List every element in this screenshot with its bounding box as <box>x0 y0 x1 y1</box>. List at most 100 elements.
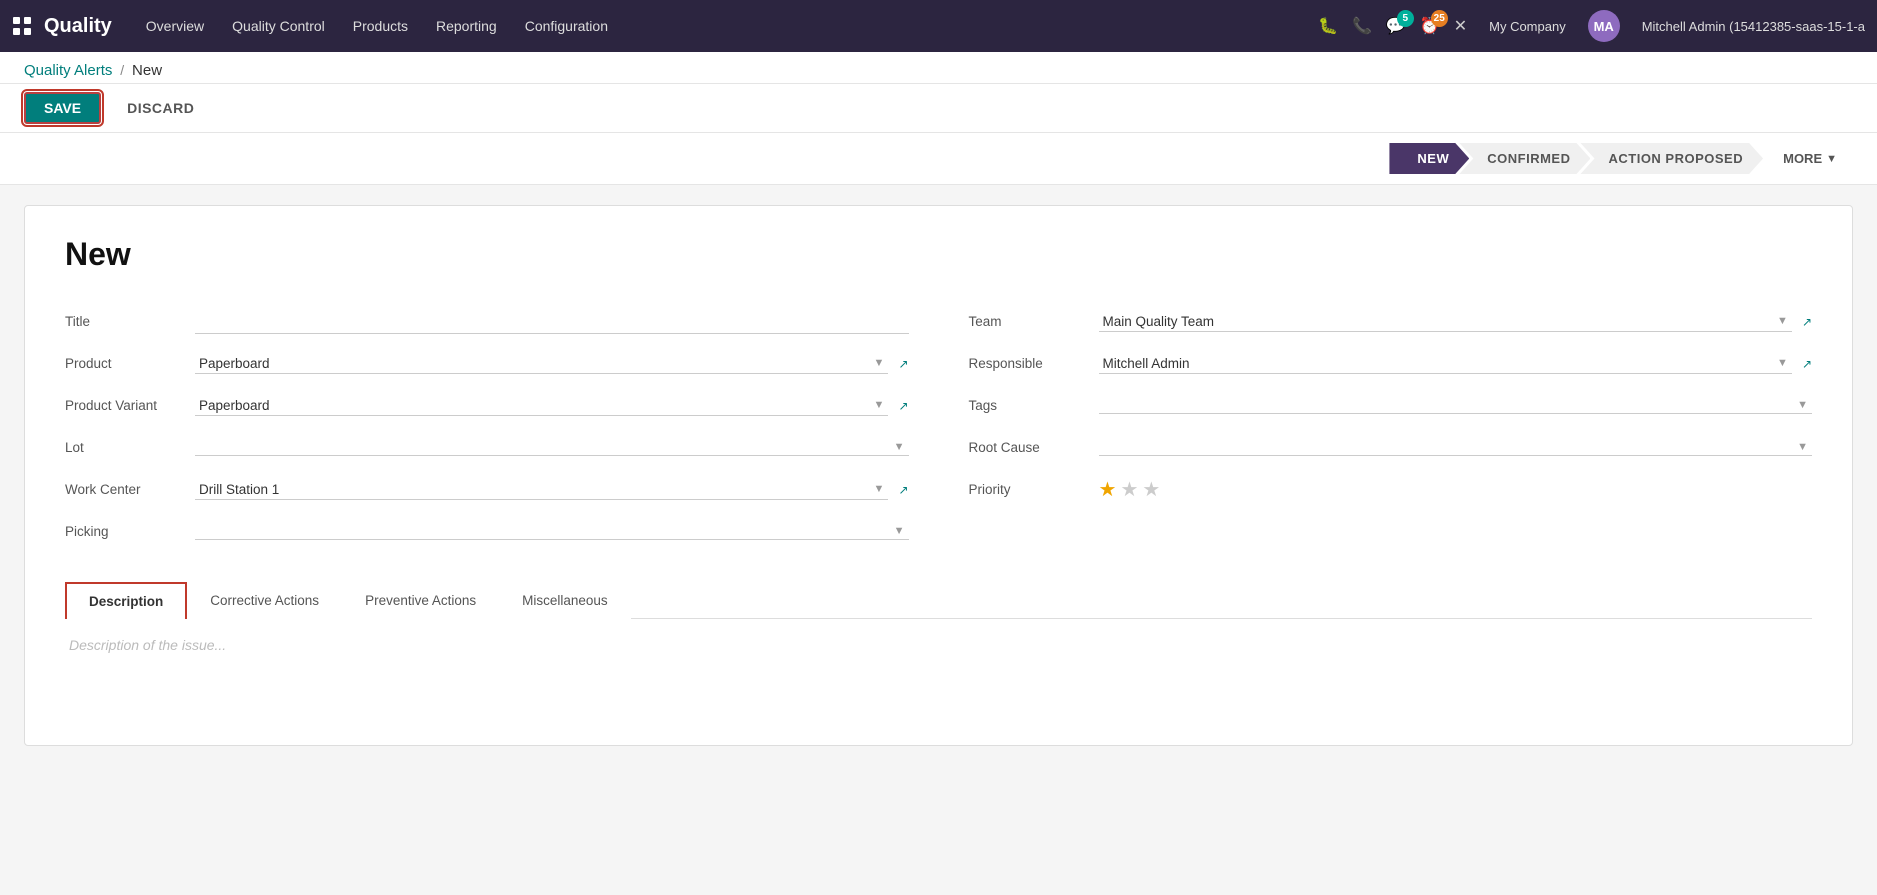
chat-icon[interactable]: 💬 5 <box>1386 16 1406 36</box>
picking-chevron-icon: ▼ <box>894 525 905 537</box>
app-title: Quality <box>44 15 112 38</box>
tab-corrective-actions[interactable]: Corrective Actions <box>187 582 342 619</box>
description-area: Description of the issue... <box>65 619 1812 715</box>
form-right-section: Team Main Quality Team ▼ ↗ Responsible <box>969 301 1813 553</box>
title-input[interactable] <box>195 310 909 334</box>
lot-select[interactable]: ▼ <box>195 439 909 456</box>
lot-label: Lot <box>65 440 195 455</box>
tags-select[interactable]: ▼ <box>1099 397 1813 414</box>
work-center-select[interactable]: Drill Station 1 ▼ <box>195 480 888 500</box>
grid-menu-icon[interactable] <box>12 16 32 36</box>
nav-configuration[interactable]: Configuration <box>511 18 622 34</box>
tags-value-wrap: ▼ <box>1099 397 1813 414</box>
chat-badge: 5 <box>1397 10 1414 27</box>
tags-label: Tags <box>969 398 1099 413</box>
product-variant-row: Product Variant Paperboard ▼ ↗ <box>65 385 909 427</box>
work-center-value-wrap: Drill Station 1 ▼ ↗ <box>195 480 909 500</box>
tab-miscellaneous[interactable]: Miscellaneous <box>499 582 631 619</box>
variant-external-link-icon[interactable]: ↗ <box>898 399 908 413</box>
team-external-link-icon[interactable]: ↗ <box>1802 315 1812 329</box>
picking-value-wrap: ▼ <box>195 523 909 540</box>
chevron-down-icon: ▼ <box>1826 153 1837 165</box>
form-tabs: Description Corrective Actions Preventiv… <box>65 581 1812 619</box>
status-step-confirmed[interactable]: CONFIRMED <box>1459 143 1590 174</box>
lot-row: Lot ▼ <box>65 427 909 469</box>
breadcrumb-current: New <box>132 62 162 79</box>
responsible-label: Responsible <box>969 356 1099 371</box>
star-2[interactable]: ★ <box>1120 477 1138 502</box>
nav-quality-control[interactable]: Quality Control <box>218 18 339 34</box>
avatar[interactable]: MA <box>1588 10 1620 42</box>
lot-chevron-icon: ▼ <box>894 441 905 453</box>
product-variant-select[interactable]: Paperboard ▼ <box>195 396 888 416</box>
save-button[interactable]: SAVE <box>24 92 101 124</box>
breadcrumb: Quality Alerts / New <box>0 52 1877 84</box>
phone-icon[interactable]: 📞 <box>1352 16 1372 36</box>
responsible-external-link-icon[interactable]: ↗ <box>1802 357 1812 371</box>
title-value-wrap <box>195 310 909 334</box>
description-placeholder[interactable]: Description of the issue... <box>69 637 1808 697</box>
work-center-row: Work Center Drill Station 1 ▼ ↗ <box>65 469 909 511</box>
product-value-wrap: Paperboard ▼ ↗ <box>195 354 909 374</box>
bug-icon[interactable]: 🐛 <box>1318 16 1338 36</box>
picking-select[interactable]: ▼ <box>195 523 909 540</box>
tags-row: Tags ▼ <box>969 385 1813 427</box>
priority-value-wrap: ★ ★ ★ <box>1099 477 1813 502</box>
nav-reporting[interactable]: Reporting <box>422 18 511 34</box>
nav-icons-group: 🐛 📞 💬 5 ⏰ 25 ✕ My Company MA Mitchell Ad… <box>1318 10 1865 42</box>
clock-icon[interactable]: ⏰ 25 <box>1420 16 1440 36</box>
close-icon[interactable]: ✕ <box>1454 16 1467 36</box>
work-center-chevron-icon: ▼ <box>874 483 885 495</box>
nav-products[interactable]: Products <box>339 18 422 34</box>
clock-badge: 25 <box>1431 10 1448 27</box>
responsible-select[interactable]: Mitchell Admin ▼ <box>1099 354 1792 374</box>
breadcrumb-parent[interactable]: Quality Alerts <box>24 62 112 79</box>
priority-label: Priority <box>969 482 1099 497</box>
team-label: Team <box>969 314 1099 329</box>
root-cause-row: Root Cause ▼ <box>969 427 1813 469</box>
company-name: My Company <box>1489 19 1566 34</box>
responsible-chevron-icon: ▼ <box>1777 357 1788 369</box>
tab-preventive-actions[interactable]: Preventive Actions <box>342 582 499 619</box>
tags-chevron-icon: ▼ <box>1797 399 1808 411</box>
action-bar: SAVE DISCARD <box>0 84 1877 133</box>
breadcrumb-separator: / <box>120 62 124 78</box>
picking-label: Picking <box>65 524 195 539</box>
responsible-value-wrap: Mitchell Admin ▼ ↗ <box>1099 354 1813 374</box>
team-row: Team Main Quality Team ▼ ↗ <box>969 301 1813 343</box>
root-cause-label: Root Cause <box>969 440 1099 455</box>
main-content: New Title Product Paperboard <box>0 185 1877 766</box>
product-variant-value-wrap: Paperboard ▼ ↗ <box>195 396 909 416</box>
priority-stars: ★ ★ ★ <box>1099 477 1161 502</box>
nav-overview[interactable]: Overview <box>132 18 218 34</box>
status-steps: NEW CONFIRMED ACTION PROPOSED MORE ▼ <box>1389 143 1853 174</box>
product-variant-label: Product Variant <box>65 398 195 413</box>
form-left-section: Title Product Paperboard ▼ ↗ <box>65 301 909 553</box>
top-navigation: Quality Overview Quality Control Product… <box>0 0 1877 52</box>
status-step-new[interactable]: NEW <box>1389 143 1469 174</box>
form-grid: Title Product Paperboard ▼ ↗ <box>65 301 1812 553</box>
tab-description[interactable]: Description <box>65 582 187 619</box>
team-value-wrap: Main Quality Team ▼ ↗ <box>1099 312 1813 332</box>
product-select[interactable]: Paperboard ▼ <box>195 354 888 374</box>
status-step-action-proposed[interactable]: ACTION PROPOSED <box>1580 143 1763 174</box>
team-chevron-icon: ▼ <box>1777 315 1788 327</box>
status-more-button[interactable]: MORE ▼ <box>1767 143 1853 174</box>
team-select[interactable]: Main Quality Team ▼ <box>1099 312 1792 332</box>
work-center-external-link-icon[interactable]: ↗ <box>898 483 908 497</box>
lot-value-wrap: ▼ <box>195 439 909 456</box>
product-external-link-icon[interactable]: ↗ <box>898 357 908 371</box>
star-1[interactable]: ★ <box>1099 477 1117 502</box>
discard-button[interactable]: DISCARD <box>113 94 208 122</box>
form-card: New Title Product Paperboard <box>24 205 1853 746</box>
picking-row: Picking ▼ <box>65 511 909 553</box>
form-title: New <box>65 236 1812 273</box>
work-center-label: Work Center <box>65 482 195 497</box>
star-3[interactable]: ★ <box>1142 477 1160 502</box>
responsible-row: Responsible Mitchell Admin ▼ ↗ <box>969 343 1813 385</box>
root-cause-select[interactable]: ▼ <box>1099 439 1813 456</box>
avatar-initials: MA <box>1594 19 1614 34</box>
root-cause-value-wrap: ▼ <box>1099 439 1813 456</box>
user-name: Mitchell Admin (15412385-saas-15-1-a <box>1642 19 1865 34</box>
status-bar: NEW CONFIRMED ACTION PROPOSED MORE ▼ <box>0 133 1877 185</box>
